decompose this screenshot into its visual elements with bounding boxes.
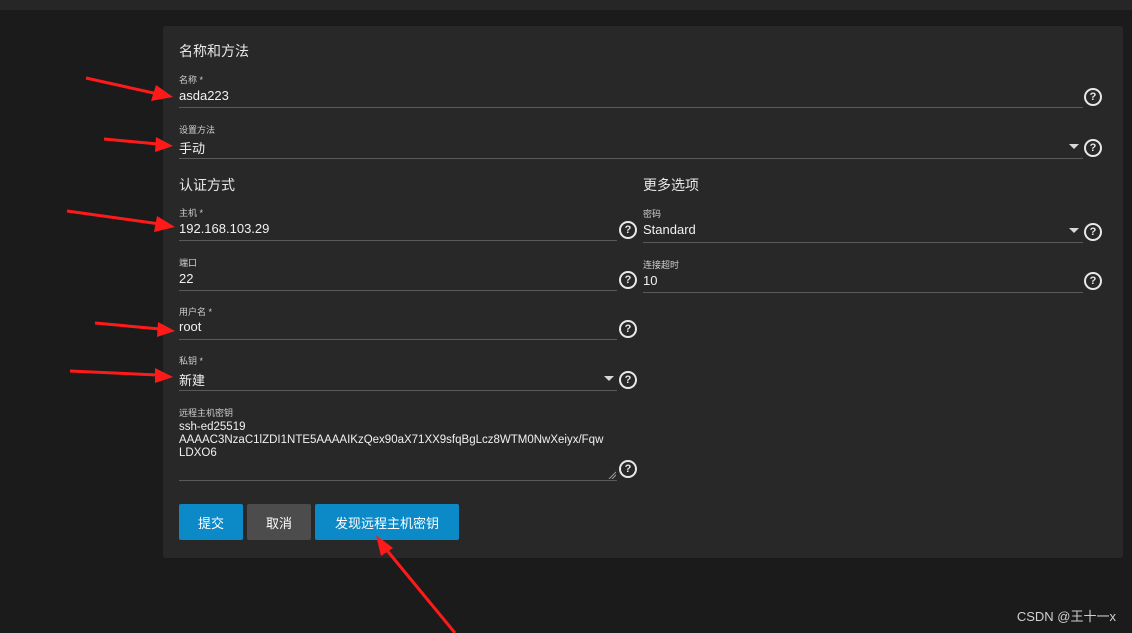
private-key-value: 新建	[179, 373, 206, 388]
discover-host-key-button[interactable]: 发现远程主机密钥	[315, 504, 459, 540]
arrow-to-setup-method	[103, 137, 159, 146]
name-field[interactable]: 名称 * asda223	[179, 73, 1083, 109]
cancel-button[interactable]: 取消	[247, 504, 311, 540]
setup-method-select[interactable]: 设置方法 手动	[179, 123, 1083, 159]
cipher-value: Standard	[643, 222, 696, 237]
connect-timeout-label: 连接超时	[643, 260, 680, 270]
username-help-icon[interactable]: ?	[619, 320, 637, 338]
private-key-label: 私钥 *	[179, 356, 204, 366]
section-title-more-options: 更多选项	[643, 177, 699, 193]
host-input[interactable]: 192.168.103.29	[179, 221, 269, 236]
section-title-auth: 认证方式	[179, 177, 235, 193]
name-input[interactable]: asda223	[179, 88, 229, 103]
private-key-select[interactable]: 私钥 * 新建	[179, 354, 617, 392]
section-title-name-method: 名称和方法	[179, 43, 249, 59]
setup-method-label: 设置方法	[179, 125, 216, 135]
connect-timeout-help-icon[interactable]: ?	[1084, 272, 1102, 290]
ssh-connection-form: 名称和方法 名称 * asda223 ? 设置方法 手动 ? 认证方式 主机 *…	[163, 26, 1123, 558]
arrow-to-username	[94, 321, 161, 331]
name-help-icon[interactable]: ?	[1084, 88, 1102, 106]
watermark: CSDN @王十一x	[1016, 609, 1116, 624]
private-key-chevron-down-icon[interactable]	[604, 376, 614, 381]
arrow-to-name	[85, 76, 159, 96]
port-input[interactable]: 22	[179, 271, 193, 286]
setup-method-help-icon[interactable]: ?	[1084, 139, 1102, 157]
host-field[interactable]: 主机 * 192.168.103.29	[179, 206, 617, 242]
username-input[interactable]: root	[179, 319, 201, 334]
port-field[interactable]: 端口 22	[179, 256, 617, 292]
setup-method-underline	[179, 158, 1083, 159]
cipher-select[interactable]: 密码 Standard	[643, 207, 1083, 243]
port-label: 端口	[179, 258, 198, 268]
submit-button[interactable]: 提交	[179, 504, 243, 540]
top-bar	[0, 0, 1132, 10]
cipher-underline	[643, 242, 1083, 243]
arrow-to-host	[66, 209, 161, 226]
connect-timeout-underline	[643, 292, 1083, 293]
connect-timeout-input[interactable]: 10	[643, 273, 657, 288]
remote-host-key-help-icon[interactable]: ?	[619, 460, 637, 478]
remote-host-key-underline	[179, 480, 617, 481]
username-underline	[179, 339, 617, 340]
cipher-help-icon[interactable]: ?	[1084, 223, 1102, 241]
cipher-label: 密码	[643, 209, 662, 219]
name-label: 名称 *	[179, 75, 204, 85]
port-underline	[179, 290, 617, 291]
username-label: 用户名 *	[179, 307, 213, 317]
setup-method-chevron-down-icon[interactable]	[1069, 144, 1079, 149]
remote-host-key-line-3: LDXO6	[179, 447, 217, 459]
resize-handle-icon[interactable]	[608, 471, 616, 479]
host-help-icon[interactable]: ?	[619, 221, 637, 239]
remote-host-key-line-1: ssh-ed25519	[179, 421, 246, 433]
arrow-to-private-key	[69, 369, 159, 377]
remote-host-key-line-2: AAAAC3NzaC1lZDI1NTE5AAAAIKzQex90aX71XX9s…	[179, 434, 604, 446]
setup-method-value: 手动	[179, 141, 206, 156]
port-help-icon[interactable]: ?	[619, 271, 637, 289]
host-underline	[179, 240, 617, 241]
host-label: 主机 *	[179, 208, 204, 218]
private-key-help-icon[interactable]: ?	[619, 371, 637, 389]
connect-timeout-field[interactable]: 连接超时 10	[643, 258, 1083, 294]
remote-host-key-textarea[interactable]: 远程主机密钥 ssh-ed25519 AAAAC3NzaC1lZDI1NTE5A…	[179, 406, 617, 482]
arrow-to-discover-button	[383, 547, 457, 633]
private-key-underline	[179, 390, 617, 391]
username-field[interactable]: 用户名 * root	[179, 305, 617, 341]
name-underline	[179, 107, 1083, 108]
remote-host-key-label: 远程主机密钥	[179, 408, 234, 418]
cipher-chevron-down-icon[interactable]	[1069, 228, 1079, 233]
